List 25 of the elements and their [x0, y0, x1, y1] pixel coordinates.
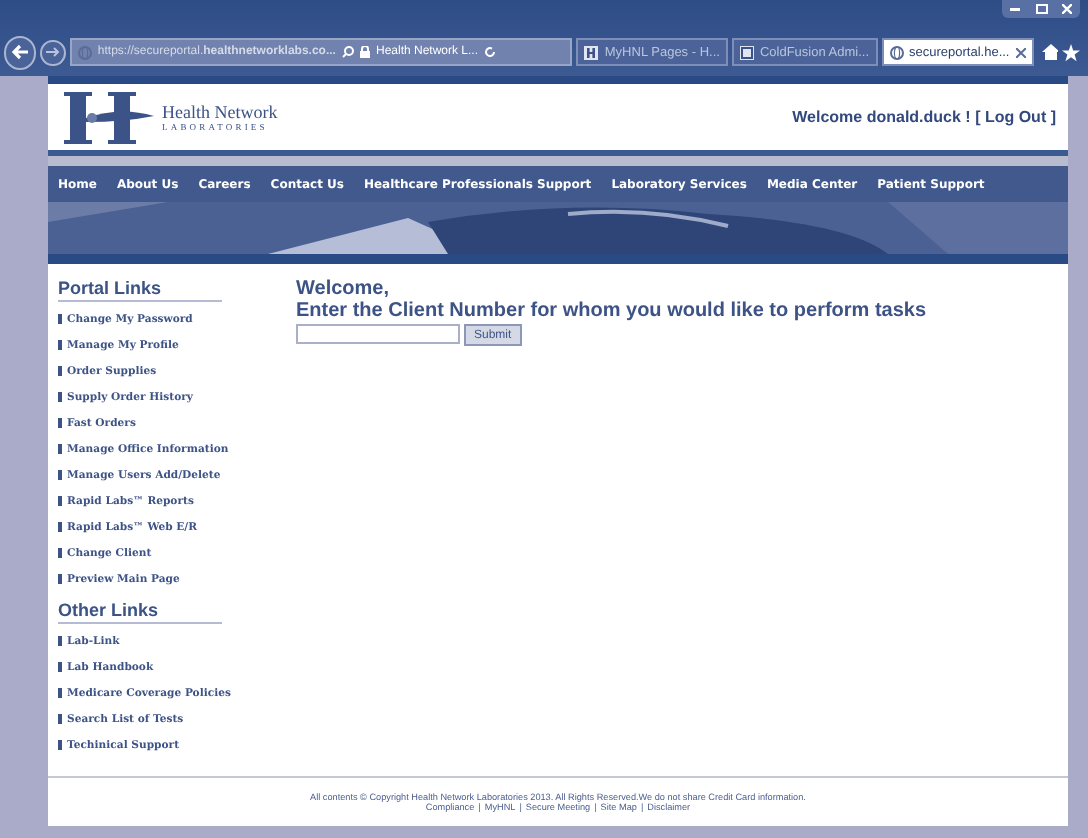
sidebar-heading: Other Links — [58, 600, 222, 624]
home-icon[interactable] — [1041, 44, 1059, 60]
search-icon[interactable] — [341, 46, 354, 58]
sidebar-heading: Portal Links — [58, 278, 222, 302]
star-icon[interactable] — [1062, 43, 1080, 61]
back-button[interactable] — [4, 35, 37, 69]
client-number-field[interactable] — [296, 324, 460, 344]
client-number-prompt: Enter the Client Number for whom you would like to perform tasks — [296, 300, 927, 322]
forward-button[interactable] — [40, 39, 66, 65]
welcome-text: Welcome donald.duck ! [ Log Out ] — [792, 108, 1056, 126]
close-icon[interactable] — [1015, 47, 1026, 57]
h-logo-icon — [584, 45, 599, 59]
globe-icon — [77, 45, 92, 59]
close-icon — [1062, 4, 1072, 14]
refresh-icon[interactable] — [484, 46, 497, 58]
maximize-icon — [1035, 4, 1047, 14]
lock-icon — [359, 46, 370, 58]
back-arrow-icon — [11, 44, 30, 60]
globe-icon — [889, 45, 904, 59]
logo-mark-icon — [64, 89, 156, 145]
minimize-icon — [1010, 7, 1020, 11]
cf-logo-icon — [739, 45, 754, 59]
forward-arrow-icon — [46, 46, 61, 58]
logo-name: Health Network — [162, 102, 278, 122]
welcome-heading: Welcome, — [296, 278, 391, 300]
